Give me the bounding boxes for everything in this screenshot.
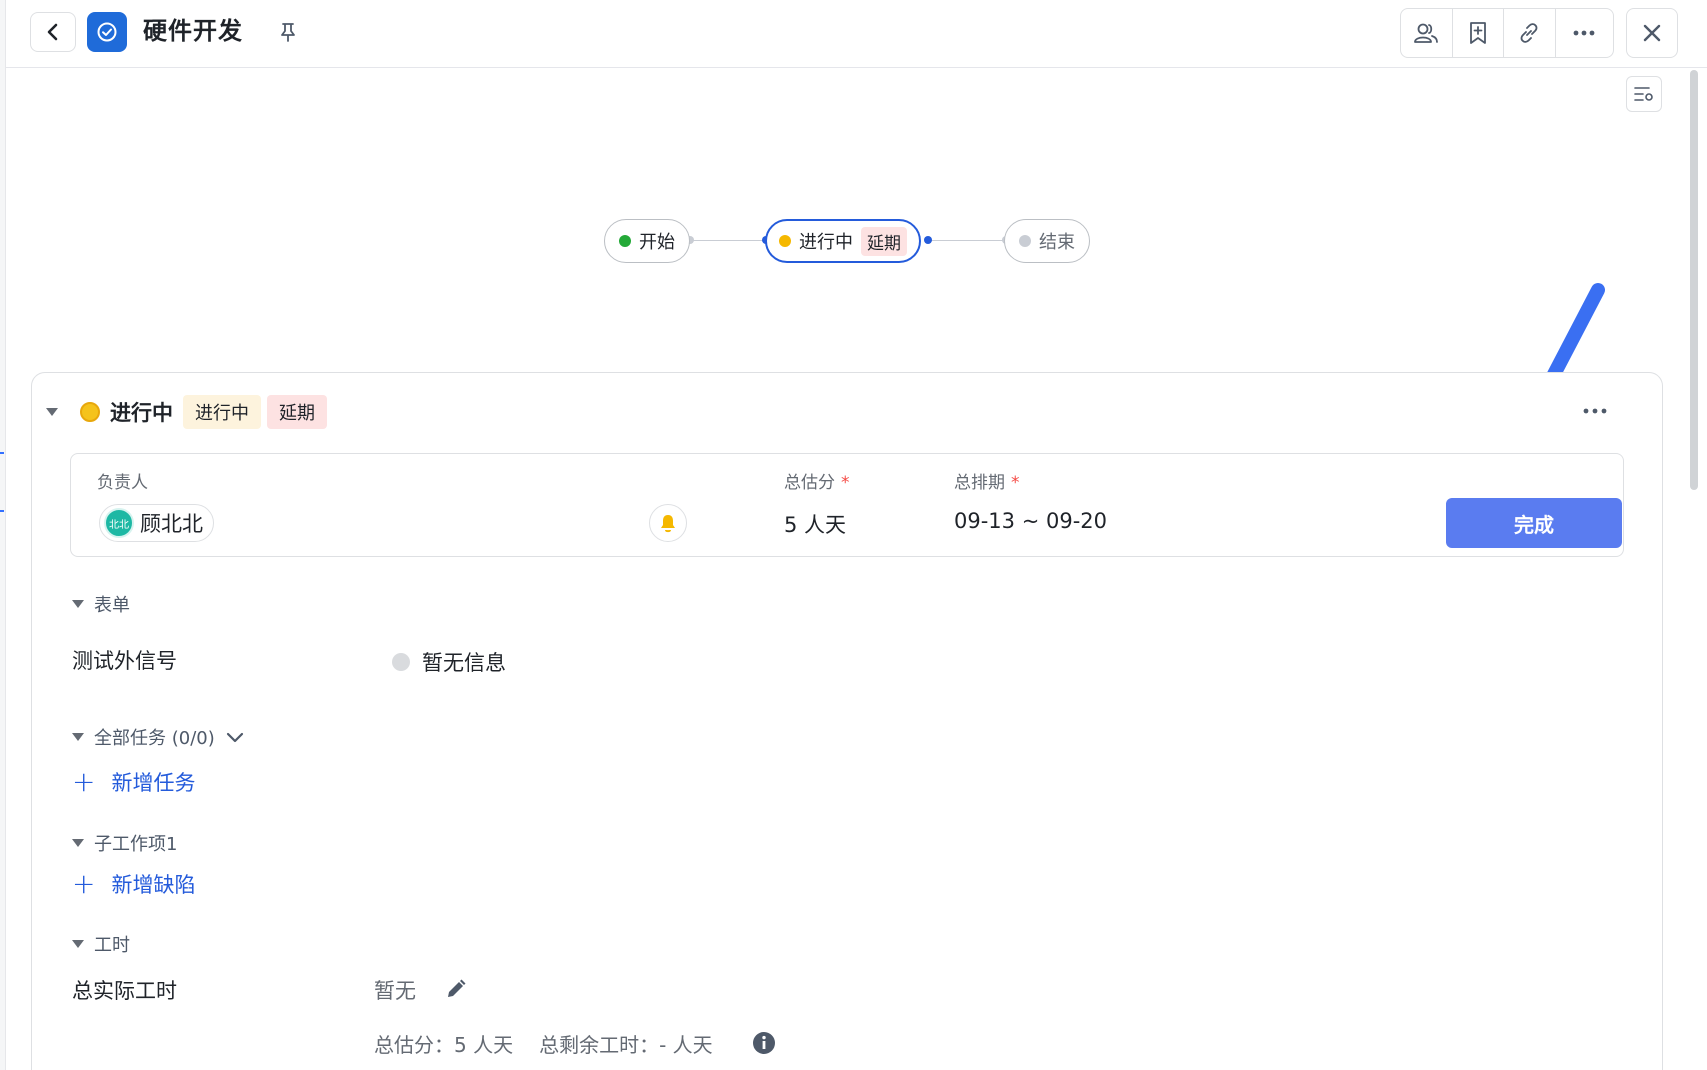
remind-button[interactable] [649, 504, 687, 542]
flow-connector [690, 240, 766, 241]
add-defect-button[interactable]: + 新增缺陷 [72, 869, 195, 899]
more-horizontal-icon [1573, 30, 1595, 36]
app-icon [87, 12, 127, 52]
form-field-value[interactable]: 暂无信息 [392, 647, 506, 677]
estimate-summary: 总估分：5 人天 [374, 1033, 514, 1057]
left-edge-marker [0, 452, 4, 454]
section-label: 全部任务 (0/0) [94, 728, 215, 749]
section-label: 工时 [94, 935, 130, 956]
section-label: 表单 [94, 595, 130, 616]
complete-button[interactable]: 完成 [1446, 498, 1622, 548]
flow-node-label: 结束 [1039, 232, 1075, 253]
card-title: 进行中 [110, 401, 173, 425]
flow-node-label: 开始 [639, 232, 675, 253]
check-circle-icon [97, 22, 117, 42]
form-section-header[interactable]: 表单 [72, 591, 130, 617]
card-more-icon[interactable] [1580, 403, 1610, 419]
collapse-caret-icon [72, 940, 84, 948]
owner-chip[interactable]: 北北 顾北北 [99, 504, 214, 542]
delay-tag: 延期 [861, 226, 907, 256]
section-label: 子工作项1 [94, 834, 178, 855]
node-card: 进行中 进行中 延期 负责人 北北 顾北北 总估分 * 5 人天 总排期 * 09-… [31, 372, 1663, 1070]
status-tag: 进行中 [183, 395, 261, 429]
schedule-label: 总排期 * [954, 473, 1020, 493]
estimate-value[interactable]: 5 人天 [784, 509, 846, 539]
node-info-box: 负责人 北北 顾北北 总估分 * 5 人天 总排期 * 09-13 ~ 09-20 … [70, 453, 1624, 557]
schedule-value[interactable]: 09-13 ~ 09-20 [954, 509, 1107, 533]
info-icon[interactable] [752, 1031, 776, 1055]
header-toolbar [1400, 8, 1614, 58]
avatar: 北北 [104, 508, 134, 538]
left-edge-marker [0, 510, 4, 512]
actual-worktime-value: 暂无 [374, 979, 416, 1003]
form-field-label: 测试外信号 [72, 649, 177, 673]
add-task-button[interactable]: + 新增任务 [72, 767, 195, 797]
status-dot [619, 235, 631, 247]
collapse-caret-icon[interactable] [46, 408, 58, 416]
required-mark: * [1011, 473, 1020, 493]
plus-icon: + [72, 765, 96, 798]
flow-node-label: 进行中 [799, 232, 853, 253]
flow-node-end[interactable]: 结束 [1004, 219, 1090, 263]
collapse-caret-icon [72, 839, 84, 847]
estimate-label: 总估分 * [784, 473, 850, 493]
users-icon [1414, 23, 1439, 43]
status-dot [80, 402, 100, 422]
close-icon [1643, 24, 1661, 42]
list-settings-icon [1634, 87, 1653, 101]
delay-tag: 延期 [267, 395, 327, 429]
owner-label: 负责人 [97, 473, 148, 493]
page-title: 硬件开发 [143, 17, 243, 45]
pin-icon[interactable] [276, 20, 300, 44]
copy-link-button[interactable] [1504, 9, 1556, 57]
close-button[interactable] [1626, 8, 1678, 58]
edit-icon[interactable] [444, 977, 468, 1001]
actual-worktime-label: 总实际工时 [72, 979, 177, 1003]
collapse-caret-icon [72, 733, 84, 741]
chevron-left-icon [47, 23, 58, 41]
status-dot [779, 235, 791, 247]
flow-node-in-progress[interactable]: 进行中 延期 [765, 219, 921, 263]
scrollbar-thumb[interactable] [1690, 70, 1698, 490]
plus-icon: + [72, 867, 96, 900]
members-button[interactable] [1401, 9, 1453, 57]
subitems-section-header[interactable]: 子工作项1 [72, 830, 177, 856]
collapse-caret-icon [72, 600, 84, 608]
link-icon [1520, 23, 1538, 43]
status-dot [1019, 235, 1031, 247]
tasks-section-header[interactable]: 全部任务 (0/0) [72, 724, 245, 750]
flow-connector [930, 240, 1006, 241]
flow-node-start[interactable]: 开始 [604, 219, 690, 263]
bookmark-add-icon [1469, 22, 1486, 44]
bookmark-button[interactable] [1453, 9, 1505, 57]
add-defect-label: 新增缺陷 [111, 873, 196, 897]
chevron-down-icon[interactable] [225, 730, 245, 744]
form-field-value-text: 暂无信息 [422, 651, 506, 675]
bell-icon [661, 515, 675, 533]
flow-connector-dot [924, 236, 932, 244]
owner-name: 顾北北 [140, 512, 203, 536]
empty-status-dot [392, 653, 410, 671]
remaining-summary: 总剩余工时：- 人天 [539, 1033, 713, 1057]
required-mark: * [841, 473, 850, 493]
left-edge-strip [0, 0, 6, 1070]
scrollbar[interactable] [1687, 68, 1701, 1070]
view-settings-button[interactable] [1626, 76, 1662, 112]
back-button[interactable] [30, 12, 76, 52]
worktime-section-header[interactable]: 工时 [72, 931, 130, 957]
worktime-summary: 总估分：5 人天 总剩余工时：- 人天 [374, 1029, 713, 1058]
add-task-label: 新增任务 [111, 771, 196, 795]
card-header: 进行中 进行中 延期 [46, 395, 327, 429]
more-button[interactable] [1556, 9, 1613, 57]
header-bar: 硬件开发 [6, 0, 1707, 68]
